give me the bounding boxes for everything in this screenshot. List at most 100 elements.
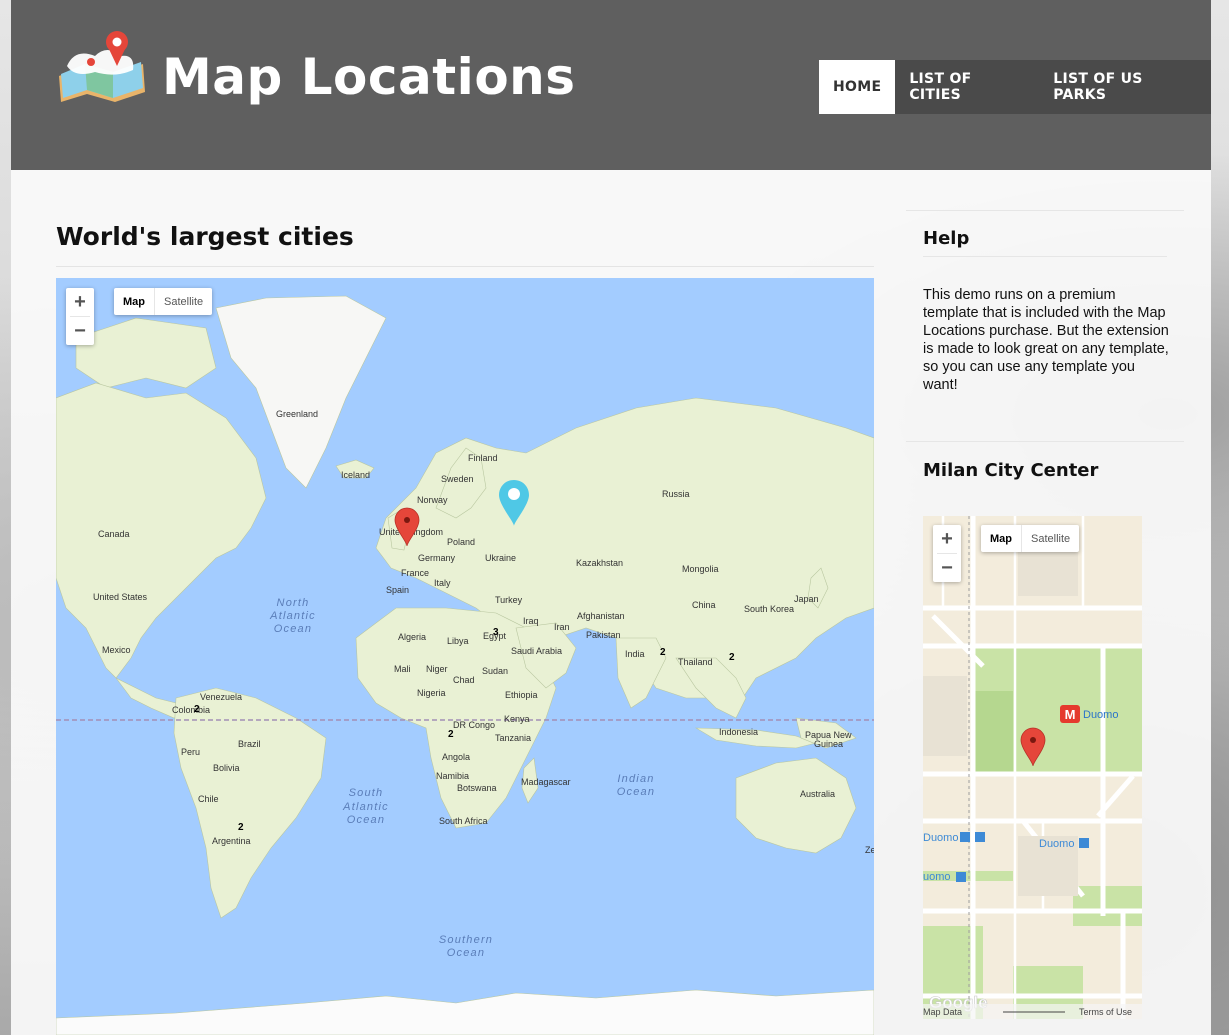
map-label: Mongolia [682,564,719,574]
map-label: DR Congo [453,720,495,730]
map-label: Indonesia [719,727,758,737]
cluster-count[interactable]: 2 [729,652,735,663]
milan-zoom-control: + − [933,525,961,582]
map-label: Sudan [482,666,508,676]
map-type-satellite-button[interactable]: Satellite [155,288,212,315]
map-label: Ukraine [485,553,516,563]
help-text: This demo runs on a premium template tha… [923,287,1169,393]
map-label: Italy [434,578,451,588]
help-title-divider [923,256,1167,257]
map-label: Niger [426,664,448,674]
title-divider [56,266,874,267]
map-label: Pakistan [586,630,621,640]
map-label: Chad [453,675,475,685]
cluster-count[interactable]: 2 [194,704,200,715]
map-label: Turkey [495,595,523,605]
map-label: Brazil [238,739,261,749]
stop-label: Duomo [1039,838,1074,850]
nav-list-of-cities[interactable]: LIST OF CITIES [895,60,1039,114]
map-label: Afghanistan [577,611,625,621]
zoom-in-button[interactable]: + [933,525,961,553]
map-label: Nigeria [417,688,446,698]
map-zoom-control: + − [66,288,94,345]
map-label: Tanzania [495,733,531,743]
map-logo-icon[interactable] [55,26,147,106]
cluster-count[interactable]: 2 [238,822,244,833]
map-label: Japan [794,594,819,604]
map-label: Norway [417,495,448,505]
terms-link[interactable]: Terms of Use [1079,1007,1132,1017]
map-label: Ze [865,845,874,855]
map-label: Kenya [504,714,530,724]
ocean-label: Atlantic [342,801,389,813]
map-label: Thailand [678,657,713,667]
map-label: Chile [198,794,219,804]
map-label: Angola [442,752,470,762]
cluster-count[interactable]: 2 [660,647,666,658]
bus-stop-icon[interactable] [960,832,970,842]
map-label: Russia [662,489,690,499]
map-label: Venezuela [200,692,242,702]
ocean-label: Indian [617,773,654,785]
site-header: Map Locations HOME LIST OF CITIES LIST O… [11,0,1211,170]
milan-map-canvas[interactable]: M Duomo Duomo Duomo uomo Google Map Data… [923,516,1142,1019]
map-type-map-button[interactable]: Map [114,288,155,315]
site-title[interactable]: Map Locations [162,52,576,102]
ocean-label: Ocean [347,814,385,826]
map-label: Greenland [276,409,318,419]
map-label: Guinea [814,739,843,749]
map-label: Mexico [102,645,131,655]
help-title: Help [923,228,970,249]
stop-label: uomo [923,871,951,883]
map-label: Namibia [436,771,469,781]
ocean-label: Ocean [274,623,312,635]
map-type-satellite-button[interactable]: Satellite [1022,525,1079,552]
map-label: Ethiopia [505,690,538,700]
map-label: Peru [181,747,200,757]
bus-stop-icon[interactable] [956,872,966,882]
map-label: Colombia [172,705,210,715]
nav-list-of-us-parks[interactable]: LIST OF US PARKS [1039,60,1211,114]
cluster-count[interactable]: 3 [493,627,499,638]
map-label: Iraq [523,616,539,626]
map-label: Madagascar [521,777,571,787]
map-label: Finland [468,453,498,463]
map-data-link[interactable]: Map Data [923,1007,962,1017]
map-label: Germany [418,553,456,563]
map-label: United States [93,592,148,602]
map-label: Algeria [398,632,426,642]
map-label: Argentina [212,836,251,846]
map-label: Kazakhstan [576,558,623,568]
map-label: Libya [447,636,469,646]
map-label: Sweden [441,474,474,484]
bus-stop-icon[interactable] [1079,838,1089,848]
ocean-label: Southern [439,934,493,946]
content-area: World's largest cities Greenland Iceland… [11,170,1211,1035]
ocean-label: Ocean [617,786,655,798]
map-label: Saudi Arabia [511,646,562,656]
map-label: France [401,568,429,578]
map-label: Poland [447,537,475,547]
sidebar-divider [906,441,1184,442]
zoom-out-button[interactable]: − [933,554,961,582]
tram-stop-icon[interactable] [975,832,985,842]
map-label: India [625,649,645,659]
zoom-out-button[interactable]: − [66,317,94,345]
main-nav: HOME LIST OF CITIES LIST OF US PARKS [819,60,1211,114]
world-map-canvas[interactable]: Greenland Iceland Finland Sweden Norway … [56,278,874,1035]
metro-duomo-icon[interactable]: M [1060,705,1080,723]
map-label: Canada [98,529,130,539]
ocean-label: South [349,787,384,799]
milan-map-type-control: Map Satellite [981,525,1080,552]
world-map[interactable]: Greenland Iceland Finland Sweden Norway … [56,278,874,1035]
milan-map[interactable]: M Duomo Duomo Duomo uomo Google Map Data… [923,516,1142,1019]
map-label: Australia [800,789,835,799]
nav-home[interactable]: HOME [819,60,896,114]
ocean-label: Ocean [447,947,485,959]
milan-title: Milan City Center [923,460,1099,481]
zoom-in-button[interactable]: + [66,288,94,316]
map-type-map-button[interactable]: Map [981,525,1022,552]
cluster-count[interactable]: 2 [448,729,454,740]
map-label: South Africa [439,816,488,826]
map-label: Bolivia [213,763,240,773]
